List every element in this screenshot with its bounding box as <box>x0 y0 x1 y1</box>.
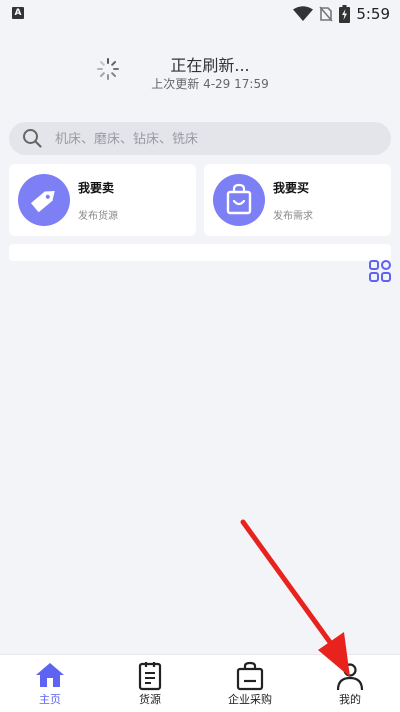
last-update-time: 上次更新 4-29 17:59 <box>151 77 269 91</box>
nav-supply-label: 货源 <box>139 693 161 706</box>
no-sim-icon <box>319 6 333 22</box>
annotation-arrow <box>240 519 350 677</box>
nav-procurement[interactable]: 企业采购 <box>200 655 300 712</box>
shopping-bag-icon <box>236 661 264 691</box>
buy-title: 我要买 <box>273 181 310 195</box>
nav-supply[interactable]: 货源 <box>100 655 200 712</box>
refresh-status: 正在刷新... <box>170 56 250 75</box>
nav-procurement-label: 企业采购 <box>228 693 272 706</box>
clock: 5:59 <box>356 5 390 23</box>
spinner-icon <box>97 58 119 80</box>
notification-badge: A <box>12 7 24 19</box>
content-placeholder <box>9 244 391 261</box>
search-bar[interactable] <box>9 122 391 157</box>
price-tag-icon <box>18 174 70 226</box>
grid-menu-icon[interactable] <box>368 259 392 283</box>
sell-card[interactable]: 我要卖 发布货源 <box>9 164 196 236</box>
bottom-nav: 主页 货源 企业采购 我的 <box>0 654 400 712</box>
nav-mine[interactable]: 我的 <box>300 655 400 712</box>
nav-mine-label: 我的 <box>339 693 361 706</box>
user-icon <box>336 663 364 691</box>
nav-home-label: 主页 <box>39 693 61 706</box>
buy-subtitle: 发布需求 <box>273 211 313 222</box>
sell-subtitle: 发布货源 <box>78 211 118 222</box>
nav-home[interactable]: 主页 <box>0 655 100 712</box>
search-input[interactable] <box>53 122 377 157</box>
battery-charging-icon <box>339 5 351 23</box>
shopping-bag-icon <box>213 174 265 226</box>
status-bar: A 5:59 <box>0 0 400 28</box>
search-icon <box>23 129 42 148</box>
refresh-header: 正在刷新... 上次更新 4-29 17:59 <box>0 48 400 98</box>
wifi-icon <box>293 6 314 21</box>
document-list-icon <box>138 662 162 691</box>
buy-card[interactable]: 我要买 发布需求 <box>204 164 391 236</box>
sell-title: 我要卖 <box>78 181 115 195</box>
home-icon <box>36 663 64 687</box>
